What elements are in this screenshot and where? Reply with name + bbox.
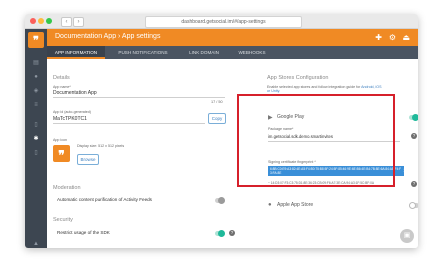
details-heading: Details bbox=[53, 75, 70, 81]
auto-purify-label: Automatic content purification of Activi… bbox=[57, 197, 152, 202]
apple-icon: ● bbox=[268, 202, 272, 208]
browse-button[interactable]: Browse bbox=[77, 154, 99, 165]
logout-icon[interactable]: ⏏ bbox=[402, 33, 410, 42]
apple-store-toggle[interactable] bbox=[409, 202, 418, 209]
people-icon[interactable]: ● bbox=[32, 74, 40, 80]
minimize-window-icon[interactable] bbox=[38, 18, 44, 24]
restrict-help-icon[interactable]: ? bbox=[229, 230, 235, 236]
restrict-sdk-label: Restrict usage of the SDK bbox=[57, 230, 110, 235]
fingerprint-remove-icon[interactable]: ✕ bbox=[403, 168, 407, 174]
share-icon[interactable]: ◈ bbox=[32, 88, 40, 94]
app-id-underline bbox=[53, 123, 205, 124]
apple-store-title: Apple App Store bbox=[277, 202, 314, 208]
tab-webhooks[interactable]: WEBHOOKS bbox=[231, 46, 273, 59]
file-icon[interactable]: ▯ bbox=[32, 150, 40, 156]
moderation-heading: Moderation bbox=[53, 185, 81, 191]
document-icon[interactable]: ▯ bbox=[32, 122, 40, 128]
auto-purify-toggle[interactable] bbox=[215, 197, 225, 204]
package-help-icon[interactable]: ? bbox=[411, 133, 417, 139]
account-icon[interactable]: ▲ bbox=[32, 241, 40, 247]
browser-toolbar: ‹ › dashboard.getsocial.im/#/app-setting… bbox=[25, 14, 418, 29]
address-bar[interactable]: dashboard.getsocial.im/#/app-settings bbox=[145, 16, 302, 28]
app-name-underline bbox=[53, 97, 225, 98]
tab-push-notifications[interactable]: PUSH NOTIFICATIONS bbox=[109, 46, 177, 59]
tab-app-information[interactable]: APP INFORMATION bbox=[47, 46, 105, 59]
forward-icon[interactable]: › bbox=[73, 17, 84, 27]
settings-icon[interactable]: ✱ bbox=[32, 136, 40, 142]
app-name-input[interactable]: Documentation App bbox=[53, 90, 97, 96]
app-name-counter: 17 / 50 bbox=[211, 100, 223, 104]
close-window-icon[interactable] bbox=[30, 18, 36, 24]
app-name-label: App name* bbox=[53, 85, 71, 89]
app-icon-hint: Display size: 512 x 512 pixels bbox=[77, 144, 125, 148]
app-header: Documentation App › App settings ✚ ⚙ ⏏ bbox=[47, 29, 418, 46]
fingerprint-help-icon[interactable]: ? bbox=[411, 181, 417, 187]
google-play-callout-box bbox=[237, 94, 395, 187]
save-icon[interactable]: ▣ bbox=[400, 229, 414, 243]
stores-heading: App Stores Configuration bbox=[267, 75, 329, 81]
gear-icon[interactable]: ⚙ bbox=[389, 33, 396, 42]
settings-tabs: APP INFORMATION PUSH NOTIFICATIONS LINK … bbox=[47, 46, 418, 59]
tab-link-domain[interactable]: LINK DOMAIN bbox=[181, 46, 227, 59]
list-icon[interactable]: ≡ bbox=[32, 102, 40, 108]
app-id-label: App id (auto-generated) bbox=[53, 110, 91, 114]
app-icon-label: App icon bbox=[53, 138, 67, 142]
copy-app-id-button[interactable]: Copy bbox=[208, 113, 226, 124]
maximize-window-icon[interactable] bbox=[46, 18, 52, 24]
app-icon-image: ❞ bbox=[53, 145, 70, 162]
stores-intro: Enable selected app stores and follow in… bbox=[267, 85, 385, 93]
chart-icon[interactable]: ▤ bbox=[32, 60, 40, 66]
app-logo[interactable]: ❞ bbox=[28, 32, 44, 48]
google-play-toggle[interactable] bbox=[409, 114, 418, 121]
stores-intro-text: Enable selected app stores and follow in… bbox=[267, 85, 361, 89]
security-heading: Security bbox=[53, 217, 73, 223]
back-icon[interactable]: ‹ bbox=[61, 17, 72, 27]
page-title: Documentation App › App settings bbox=[55, 33, 161, 40]
add-user-icon[interactable]: ✚ bbox=[375, 33, 382, 42]
restrict-sdk-toggle[interactable] bbox=[215, 230, 225, 237]
app-id-value: MaTcTPK0TC1 bbox=[53, 116, 87, 122]
sidebar: ❞ ▤ ● ◈ ≡ ▯ ✱ ▯ ▲ bbox=[25, 29, 47, 248]
